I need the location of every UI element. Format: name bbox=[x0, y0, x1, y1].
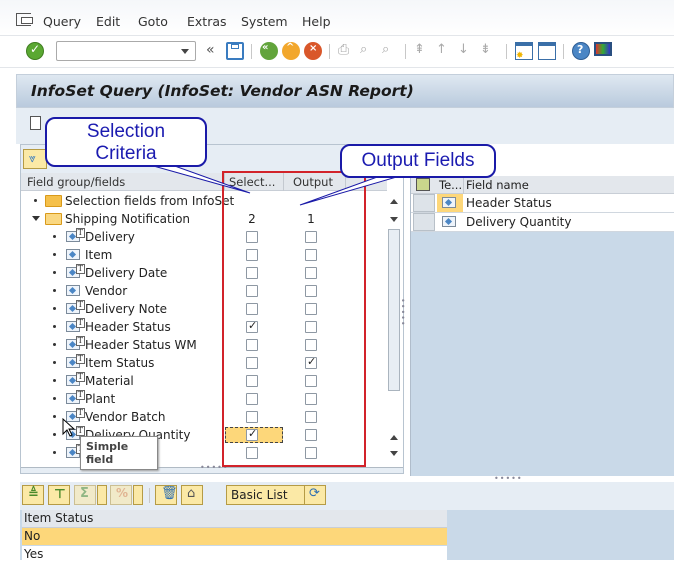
output-callout-pointer bbox=[299, 175, 401, 206]
selection-callout-pointer bbox=[149, 164, 251, 194]
callout-pointers bbox=[149, 164, 401, 206]
callout-text: Selection Criteria bbox=[86, 121, 166, 164]
tooltip-text: Simple field bbox=[86, 440, 129, 466]
mouse-cursor-icon bbox=[62, 418, 76, 437]
selection-criteria-callout: Selection Criteria bbox=[45, 117, 207, 167]
callout-text: Output Fields bbox=[361, 150, 475, 171]
output-fields-callout: Output Fields bbox=[340, 144, 496, 178]
tooltip: Simple field bbox=[80, 436, 158, 470]
